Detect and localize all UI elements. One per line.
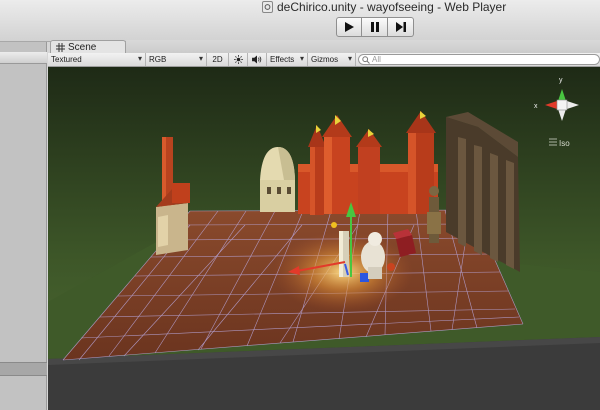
speaker-icon xyxy=(252,55,262,64)
playback-controls xyxy=(336,17,414,37)
effects-dropdown[interactable]: Effects xyxy=(267,53,308,66)
window-title-text: deChirico.unity - wayofseeing - Web Play… xyxy=(277,0,507,14)
left-panel xyxy=(0,42,47,410)
tab-scene[interactable]: Scene xyxy=(50,40,126,54)
projection-label: Iso xyxy=(559,139,570,148)
effects-label: Effects xyxy=(270,55,295,64)
tab-scene-label: Scene xyxy=(68,42,97,53)
window-title: deChirico.unity - wayofseeing - Web Play… xyxy=(262,0,506,14)
render-mode-label: Textured xyxy=(51,55,82,64)
search-placeholder: All xyxy=(372,55,381,64)
gizmos-label: Gizmos xyxy=(311,55,339,64)
mode-2d-toggle[interactable]: 2D xyxy=(207,53,229,66)
unity-document-icon xyxy=(262,1,273,13)
render-mode-dropdown[interactable]: Textured xyxy=(48,53,146,66)
scene-render: y x Iso xyxy=(48,67,600,410)
tab-strip xyxy=(126,40,600,54)
pause-button[interactable] xyxy=(362,17,388,37)
scene-search-input[interactable]: All xyxy=(358,54,600,65)
scene-viewport[interactable]: y x Iso xyxy=(48,67,600,410)
dome-building xyxy=(260,180,295,212)
play-button[interactable] xyxy=(336,17,362,37)
gizmo-y-label: y xyxy=(559,77,563,84)
left-panel-header xyxy=(0,52,47,64)
window-titlebar: deChirico.unity - wayofseeing - Web Play… xyxy=(0,0,600,42)
pause-icon xyxy=(370,22,379,32)
left-panel-divider[interactable] xyxy=(0,362,47,376)
color-mode-label: RGB xyxy=(149,55,167,64)
step-button[interactable] xyxy=(388,17,414,37)
lighting-toggle[interactable] xyxy=(229,53,248,66)
color-mode-dropdown[interactable]: RGB xyxy=(146,53,207,66)
play-icon xyxy=(345,22,354,32)
sun-icon xyxy=(233,55,243,64)
mode-2d-label: 2D xyxy=(212,55,223,64)
step-icon xyxy=(395,22,406,32)
grid-icon xyxy=(56,43,65,52)
gizmos-dropdown[interactable]: Gizmos xyxy=(308,53,356,66)
audio-toggle[interactable] xyxy=(248,53,267,66)
gizmo-x-label: x xyxy=(534,103,538,110)
scene-toolbar: Textured RGB 2D Effects Gizmos All xyxy=(48,53,600,67)
small-red-sphere xyxy=(387,263,395,271)
search-icon xyxy=(362,55,370,64)
